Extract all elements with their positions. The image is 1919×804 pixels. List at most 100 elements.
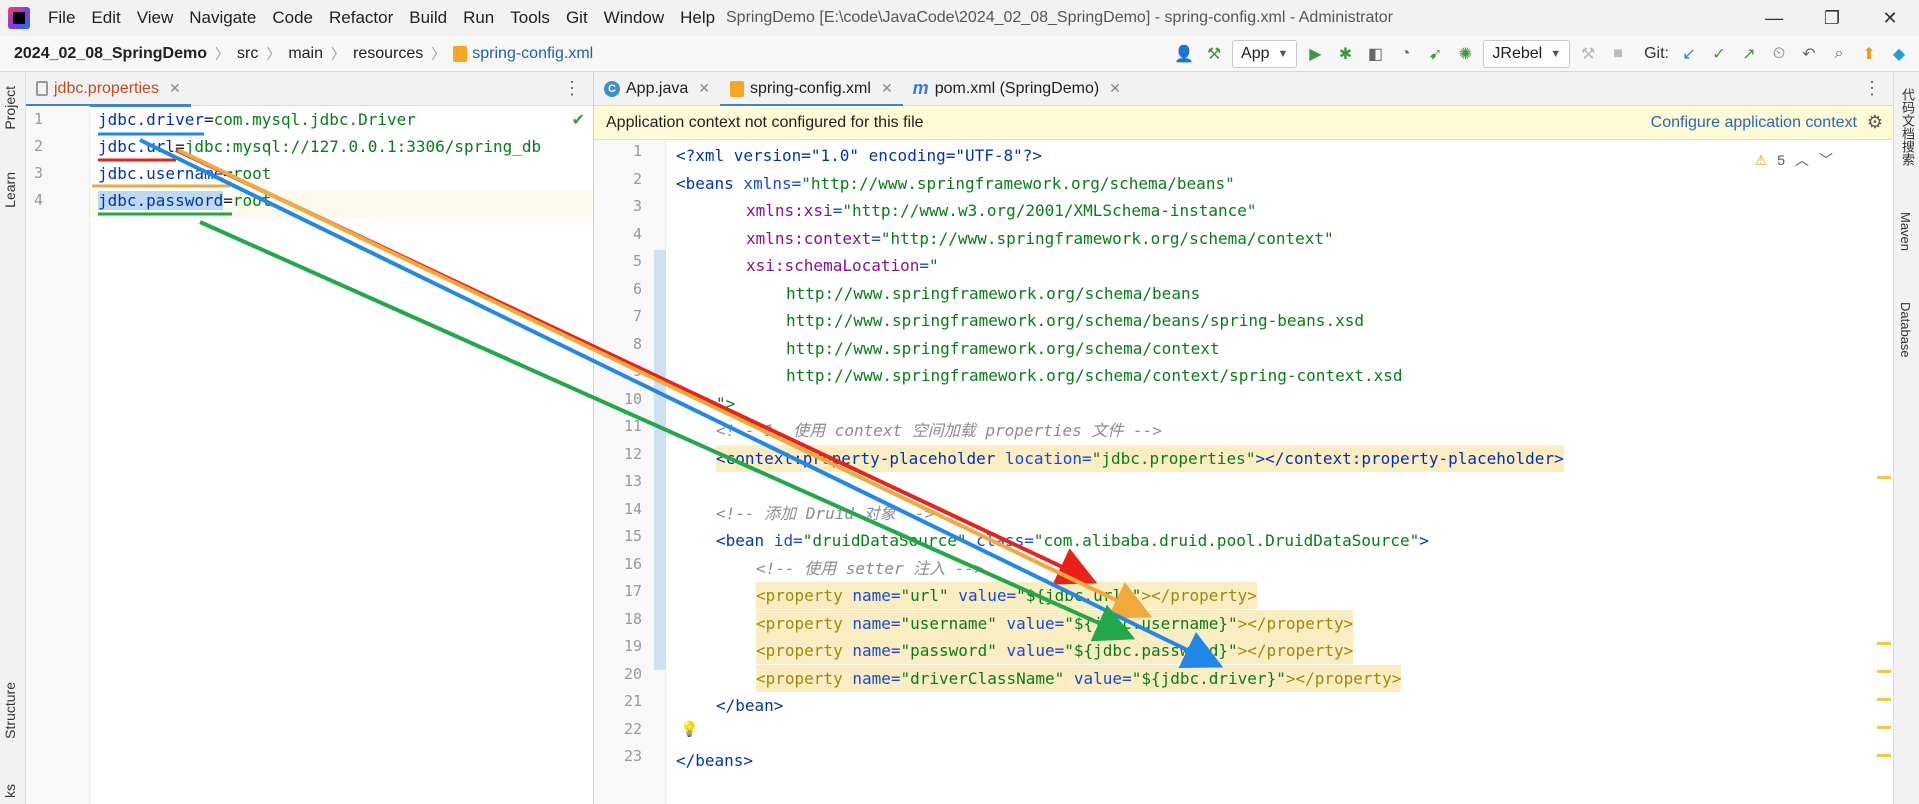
inspection-widget[interactable]: ⚠ 5 ︿ ﹀ bbox=[1755, 150, 1833, 170]
project-tool-button[interactable]: Project bbox=[2, 86, 18, 130]
menu-tools[interactable]: Tools bbox=[502, 0, 558, 36]
jrebel-select[interactable]: JRebel ▼ bbox=[1483, 40, 1571, 68]
breadcrumb-main[interactable]: main bbox=[288, 45, 323, 63]
code-line[interactable]: http://www.springframework.org/schema/co… bbox=[786, 362, 1403, 389]
tab-spring-config[interactable]: spring-config.xml ✕ bbox=[720, 72, 903, 107]
code-line[interactable]: <property name="password" value="${jdbc.… bbox=[756, 637, 1354, 664]
warning-mark[interactable] bbox=[1877, 698, 1891, 701]
intellij-logo-icon[interactable] bbox=[8, 7, 30, 29]
menu-window[interactable]: Window bbox=[596, 0, 672, 36]
code-line[interactable]: <property name="driverClassName" value="… bbox=[756, 664, 1402, 692]
menu-run[interactable]: Run bbox=[455, 0, 502, 36]
configure-context-link[interactable]: Configure application context bbox=[1651, 114, 1857, 132]
schema-url: http://www.springframework.org/schema/co… bbox=[786, 338, 1220, 358]
breadcrumb-src[interactable]: src bbox=[237, 45, 258, 63]
tab-pom-xml[interactable]: m pom.xml (SpringDemo) ✕ bbox=[903, 72, 1131, 106]
tab-app-java[interactable]: C App.java ✕ bbox=[594, 72, 720, 106]
coverage-icon[interactable]: ◧ bbox=[1363, 42, 1387, 66]
close-button[interactable]: ✕ bbox=[1861, 0, 1919, 36]
property-tag: <property bbox=[756, 586, 843, 605]
code-line[interactable]: http://www.springframework.org/schema/be… bbox=[786, 307, 1364, 334]
property-line[interactable]: jdbc.username=root bbox=[98, 160, 271, 187]
git-update-icon[interactable]: ↙ bbox=[1677, 42, 1701, 66]
jrebel-run-icon[interactable]: ➹ bbox=[1423, 42, 1447, 66]
property-line[interactable]: jdbc.driver=com.mysql.jdbc.Driver bbox=[98, 106, 416, 133]
tab-jdbc-properties[interactable]: jdbc.properties ✕ bbox=[26, 72, 191, 107]
code-line[interactable]: </bean> bbox=[716, 692, 783, 719]
code-line[interactable]: <!-- 1. 使用 context 空间加载 properties 文件 --… bbox=[716, 417, 1162, 444]
stop-icon[interactable]: ■ bbox=[1606, 42, 1630, 66]
run-icon[interactable]: ▶ bbox=[1303, 42, 1327, 66]
menu-code[interactable]: Code bbox=[264, 0, 321, 36]
chevron-up-icon[interactable]: ︿ bbox=[1795, 150, 1809, 170]
attr-value: "password" bbox=[900, 641, 997, 660]
jrebel-debug-icon[interactable]: ✺ bbox=[1453, 42, 1477, 66]
jetbrains-logo-icon[interactable]: ◆ bbox=[1887, 42, 1911, 66]
warning-mark[interactable] bbox=[1877, 476, 1891, 479]
menu-build[interactable]: Build bbox=[401, 0, 455, 36]
code-line[interactable]: <property name="url" value="${jdbc.url}"… bbox=[756, 582, 1257, 609]
structure-tool-button[interactable]: Structure bbox=[2, 682, 18, 739]
git-commit-icon[interactable]: ✓ bbox=[1707, 42, 1731, 66]
menu-help[interactable]: Help bbox=[672, 0, 723, 36]
warning-mark[interactable] bbox=[1877, 670, 1891, 673]
property-tag: <property bbox=[756, 668, 843, 688]
code-line[interactable]: <!-- 添加 Druid 对象 --> bbox=[716, 500, 934, 527]
tab-label: spring-config.xml bbox=[750, 79, 871, 97]
learn-tool-button[interactable]: Learn bbox=[2, 172, 18, 208]
code-line[interactable]: "> bbox=[716, 390, 735, 417]
run-config-select[interactable]: App ▼ bbox=[1232, 40, 1298, 68]
hammer-icon[interactable]: ⚒ bbox=[1202, 42, 1226, 66]
warning-mark[interactable] bbox=[1877, 754, 1891, 757]
property-line[interactable]: jdbc.url=jdbc:mysql://127.0.0.1:3306/spr… bbox=[98, 133, 541, 160]
menu-view[interactable]: View bbox=[129, 0, 182, 36]
attr-name: xmlns:xsi bbox=[746, 201, 833, 220]
chevron-down-icon[interactable]: ﹀ bbox=[1819, 150, 1833, 170]
close-icon[interactable]: ✕ bbox=[698, 80, 710, 97]
rollback-icon[interactable]: ↶ bbox=[1797, 42, 1821, 66]
git-push-icon[interactable]: ↗ bbox=[1737, 42, 1761, 66]
code-line[interactable]: <!-- 使用 setter 注入 --> bbox=[756, 555, 984, 582]
code-line[interactable]: <property name="username" value="${jdbc.… bbox=[756, 609, 1354, 637]
breadcrumb-project[interactable]: 2024_02_08_SpringDemo bbox=[14, 45, 207, 63]
user-icon[interactable]: 👤 bbox=[1172, 42, 1196, 66]
search-icon[interactable]: ⌕ bbox=[1827, 42, 1851, 66]
code-line[interactable]: <?xml version="1.0" encoding="UTF-8"?> bbox=[676, 142, 1042, 169]
code-line[interactable]: </beans> bbox=[676, 747, 753, 774]
doc-search-tool-button[interactable]: 代码文档搜索 bbox=[1898, 88, 1917, 166]
close-icon[interactable]: ✕ bbox=[1109, 80, 1121, 97]
menu-edit[interactable]: Edit bbox=[83, 0, 128, 36]
minimize-button[interactable]: — bbox=[1745, 0, 1803, 36]
breadcrumb-resources[interactable]: resources bbox=[353, 45, 423, 63]
code-line[interactable]: <context:property-placeholder location="… bbox=[716, 444, 1564, 472]
menu-refactor[interactable]: Refactor bbox=[321, 0, 401, 36]
menu-navigate[interactable]: Navigate bbox=[181, 0, 264, 36]
beans-tag: <beans bbox=[676, 173, 734, 193]
code-line[interactable]: http://www.springframework.org/schema/co… bbox=[786, 335, 1219, 362]
code-line[interactable]: <beans xmlns="http://www.springframework… bbox=[676, 170, 1235, 197]
bookmarks-tool-button[interactable]: ks bbox=[2, 784, 18, 798]
menu-git[interactable]: Git bbox=[558, 0, 596, 36]
debug-icon[interactable]: ✱ bbox=[1333, 42, 1357, 66]
maven-tool-button[interactable]: Maven bbox=[1898, 212, 1913, 251]
code-line[interactable]: xmlns:context="http://www.springframewor… bbox=[746, 225, 1334, 252]
close-icon[interactable]: ✕ bbox=[881, 80, 893, 97]
code-line[interactable]: xsi:schemaLocation=" bbox=[746, 252, 939, 279]
property-line[interactable]: jdbc.password=root bbox=[98, 187, 271, 214]
code-line[interactable]: http://www.springframework.org/schema/be… bbox=[786, 280, 1200, 307]
close-icon[interactable]: ✕ bbox=[169, 80, 181, 97]
more-icon[interactable]: ⋮ bbox=[563, 78, 581, 99]
warning-mark[interactable] bbox=[1877, 726, 1891, 729]
update-icon[interactable]: ⬆ bbox=[1857, 42, 1881, 66]
intention-bulb-icon[interactable]: 💡 bbox=[680, 720, 699, 738]
history-icon[interactable]: ⏲ bbox=[1767, 42, 1791, 66]
menu-file[interactable]: File bbox=[40, 0, 83, 36]
profile-icon[interactable]: ◔ bbox=[1393, 42, 1417, 66]
code-line[interactable]: xmlns:xsi="http://www.w3.org/2001/XMLSch… bbox=[746, 197, 1257, 224]
breadcrumb-file[interactable]: spring-config.xml bbox=[472, 45, 593, 63]
code-line[interactable]: <bean id="druidDataSource" class="com.al… bbox=[716, 527, 1429, 554]
restore-button[interactable]: ❐ bbox=[1803, 0, 1861, 36]
database-tool-button[interactable]: Database bbox=[1898, 302, 1913, 358]
warning-mark[interactable] bbox=[1877, 642, 1891, 645]
build-disabled-icon[interactable]: ⚒ bbox=[1576, 42, 1600, 66]
